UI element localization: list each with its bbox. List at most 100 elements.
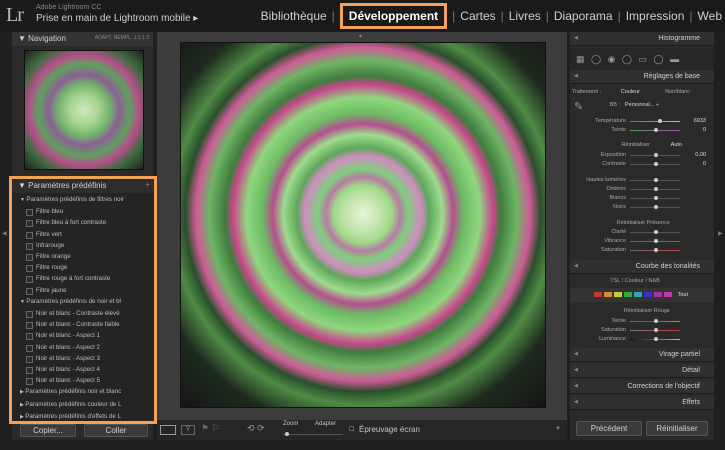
tint-value[interactable]: 0: [654, 127, 706, 133]
preset-item[interactable]: Filtre rouge à fort contraste: [12, 273, 154, 284]
module-map[interactable]: Cartes: [460, 9, 495, 23]
lum-slider[interactable]: [630, 337, 680, 341]
main-photo[interactable]: [180, 42, 546, 408]
presets-tree: Paramètres prédéfinis de filtres noirFil…: [12, 193, 154, 423]
presets-title: Paramètres prédéfinis: [28, 181, 107, 190]
highlights-slider[interactable]: [630, 178, 680, 182]
right-panel-toggle-icon[interactable]: ▶: [718, 230, 723, 237]
flag-icon[interactable]: ⚑ ⚐: [201, 423, 220, 434]
preset-item[interactable]: Noir et blanc - Contraste élevé: [12, 308, 154, 319]
module-web[interactable]: Web: [698, 9, 722, 23]
reset-button[interactable]: Réinitialiser: [646, 421, 708, 436]
presets-header[interactable]: ▼ Paramètres prédéfinis +: [12, 179, 154, 193]
vibrance-label: Vibrance: [604, 238, 626, 244]
treatment-color[interactable]: Couleur: [610, 89, 640, 95]
proof-checkbox[interactable]: ☐: [349, 426, 354, 433]
saturation-slider[interactable]: [630, 248, 680, 252]
split-toning-header[interactable]: Virage partiel: [570, 348, 714, 362]
module-develop[interactable]: Développement: [339, 3, 448, 29]
preset-item[interactable]: Noir et blanc - Aspect 1: [12, 330, 154, 341]
contrast-value[interactable]: 0: [654, 161, 706, 167]
wb-select[interactable]: Personnal... ÷: [625, 102, 685, 108]
lightroom-logo: Lr: [6, 4, 24, 26]
effects-header[interactable]: Effets: [570, 396, 714, 410]
navigator-header[interactable]: ▼ Navigation ADAPT. REMPL. 1:1 1:3: [12, 32, 153, 46]
clarity-label: Clarté: [611, 229, 626, 235]
exposure-value[interactable]: 0,00: [654, 152, 706, 158]
catalog-name[interactable]: Prise en main de Lightroom mobile ▸: [36, 13, 198, 24]
top-panel-toggle-icon[interactable]: ▲: [358, 33, 363, 39]
whites-slider[interactable]: [630, 196, 680, 200]
temp-value[interactable]: 6933: [654, 118, 706, 124]
zoom-slider[interactable]: [283, 432, 343, 436]
preset-item[interactable]: Filtre orange: [12, 251, 154, 262]
preset-folder[interactable]: Paramètres prédéfinis de filtres noir: [12, 194, 154, 206]
shadows-slider[interactable]: [630, 187, 680, 191]
detail-header[interactable]: Détail: [570, 364, 714, 378]
zoom-options[interactable]: ADAPT. REMPL. 1:1 1:3: [95, 35, 149, 41]
copy-paste-bar: Copier... Coller: [12, 424, 153, 438]
navigator-preview[interactable]: [24, 50, 144, 170]
soft-proof-label: Épreuvage écran: [359, 425, 420, 434]
zoom-value[interactable]: Adapter: [315, 421, 336, 427]
loupe-view-icon[interactable]: [160, 425, 176, 435]
presence-reset[interactable]: Réinitialiser Présence: [600, 220, 670, 226]
preset-item[interactable]: Infrarouge: [12, 240, 154, 251]
before-after-icon[interactable]: Y: [181, 425, 195, 435]
previous-button[interactable]: Précédent: [576, 421, 642, 436]
blacks-slider[interactable]: [630, 205, 680, 209]
preset-item[interactable]: Filtre bleu à fort contraste: [12, 217, 154, 228]
preset-folder[interactable]: Paramètres prédéfinis noir et blanc: [12, 386, 154, 398]
preset-item[interactable]: Noir et blanc - Aspect 2: [12, 342, 154, 353]
color-swatches: Tout: [570, 288, 714, 302]
preset-folder[interactable]: Paramètres prédéfinis de noir et bl: [12, 296, 154, 308]
presets-panel: ▼ Paramètres prédéfinis + Paramètres pré…: [9, 176, 157, 424]
preset-item[interactable]: Noir et blanc - Aspect 3: [12, 353, 154, 364]
tool-strip: ▦ ◯ ◉ ◯ ▭ ◯ ▬: [570, 48, 714, 70]
hsl-tabs[interactable]: TSL / Couleur / N&B: [590, 278, 680, 284]
whites-label: Blancs: [609, 195, 626, 201]
rotate-icons[interactable]: ⟲ ⟳: [247, 423, 265, 434]
module-slideshow[interactable]: Diaporama: [554, 9, 613, 23]
saturation-label: Saturation: [600, 247, 626, 253]
lens-corrections-header[interactable]: Corrections de l'objectif: [570, 380, 714, 394]
module-picker: Bibliothèque | Développement | Cartes | Liv…: [261, 3, 725, 29]
tool-icons[interactable]: ▦ ◯ ◉ ◯ ▭ ◯ ▬: [576, 54, 681, 65]
tone-auto[interactable]: Auto: [660, 142, 682, 148]
vibrance-slider[interactable]: [630, 239, 680, 243]
right-panel: Histogramme ▦ ◯ ◉ ◯ ▭ ◯ ▬ Réglages de ba…: [570, 32, 714, 440]
navigator-title: Navigation: [28, 34, 66, 43]
tone-curve-header[interactable]: Courbe des tonalités: [570, 260, 714, 274]
eyedropper-icon[interactable]: ✎: [574, 100, 583, 113]
tint-label: Teinte: [611, 127, 626, 133]
module-library[interactable]: Bibliothèque: [261, 9, 327, 23]
preset-item[interactable]: Noir et blanc - Aspect 5: [12, 375, 154, 386]
sat-label: Saturation: [600, 327, 626, 333]
paste-button[interactable]: Coller: [84, 424, 148, 437]
highlights-label: Hautes lumières: [586, 177, 626, 183]
copy-button[interactable]: Copier...: [20, 424, 76, 437]
module-book[interactable]: Livres: [509, 9, 541, 23]
red-reset[interactable]: Réinitialiser Rouge: [600, 308, 670, 314]
bottom-toolbar: Y ⚑ ⚐ ⟲ ⟳ Zoom Adapter ☐ Épreuvage écran…: [157, 420, 567, 440]
clarity-slider[interactable]: [630, 230, 680, 234]
histogram-header[interactable]: Histogramme: [570, 32, 714, 46]
tone-reset[interactable]: Réinitialiser: [610, 142, 650, 148]
add-preset-icon[interactable]: +: [145, 180, 150, 189]
sat-slider[interactable]: [630, 328, 680, 332]
preset-item[interactable]: Filtre rouge: [12, 262, 154, 273]
toolbar-menu-icon[interactable]: ▼: [555, 426, 561, 432]
preset-item[interactable]: Filtre bleu: [12, 206, 154, 217]
preset-item[interactable]: Filtre jaune: [12, 285, 154, 296]
preset-folder[interactable]: Paramètres prédéfinis couleur de L: [12, 399, 154, 411]
preset-item[interactable]: Filtre vert: [12, 229, 154, 240]
preset-item[interactable]: Noir et blanc - Contraste faible: [12, 319, 154, 330]
basic-header[interactable]: Réglages de base: [570, 70, 714, 84]
left-panel-toggle-icon[interactable]: ◀: [2, 230, 7, 237]
treatment-bw[interactable]: Noir/blanc: [650, 89, 690, 95]
hsl-all[interactable]: Tout: [660, 292, 688, 298]
preset-item[interactable]: Noir et blanc - Aspect 4: [12, 364, 154, 375]
preset-folder[interactable]: Paramètres prédéfinis d'effets de L: [12, 411, 154, 423]
hue-slider[interactable]: [630, 319, 680, 323]
module-print[interactable]: Impression: [626, 9, 685, 23]
